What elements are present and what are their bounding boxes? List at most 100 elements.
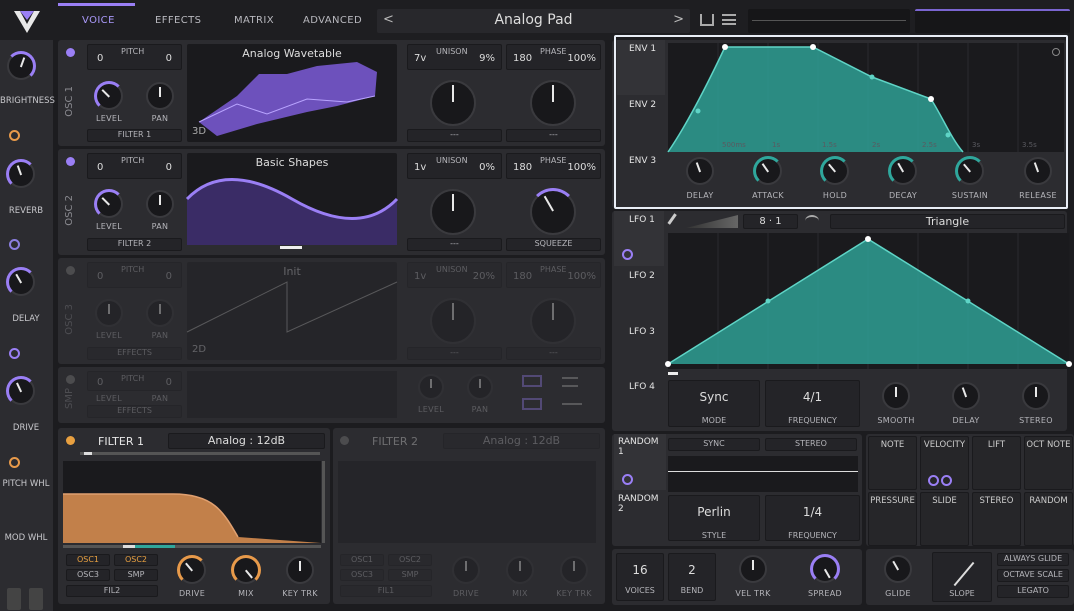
env-tab-2[interactable]: ENV 2: [617, 96, 665, 151]
sample-shuffle-icon[interactable]: [562, 377, 578, 387]
osc2-level-knob[interactable]: [94, 189, 124, 219]
random-1-mod-icon[interactable]: [622, 474, 633, 485]
sample-pitch-right[interactable]: 0: [166, 377, 172, 388]
osc1-unison-voices[interactable]: 7v: [414, 53, 426, 64]
osc1-route-select[interactable]: FILTER 1: [87, 129, 182, 142]
filter1-enable-toggle[interactable]: [66, 436, 75, 445]
osc2-route-select[interactable]: FILTER 2: [87, 238, 182, 251]
osc3-route-select[interactable]: EFFECTS: [87, 347, 182, 360]
osc2-pitch-left[interactable]: 0: [97, 162, 103, 173]
osc3-pitch-box[interactable]: 0 PITCH 0: [87, 262, 182, 288]
osc1-pitch-box[interactable]: 0 PITCH 0: [87, 44, 182, 70]
macro-brightness-mod-icon[interactable]: [9, 130, 20, 141]
lfo-rate-select[interactable]: 8 · 1: [743, 214, 798, 229]
env-graph[interactable]: 500ms 1s 1.5s 2s 2.5s 3s 3.5s: [667, 43, 1064, 153]
sample-enable-toggle[interactable]: [66, 375, 75, 384]
osc1-wavetable-display[interactable]: Analog Wavetable 3D: [187, 44, 397, 142]
filter2-drive-knob[interactable]: [452, 556, 480, 584]
env-zoom-icon[interactable]: [1052, 48, 1060, 56]
osc3-mode-b[interactable]: ---: [506, 347, 601, 360]
random-tab-2[interactable]: RANDOM 2: [614, 491, 666, 546]
filter2-route-osc1[interactable]: OSC1: [340, 554, 384, 566]
osc1-phase-rand[interactable]: 100%: [567, 53, 596, 64]
random-frequency-box[interactable]: 1/4 FREQUENCY: [765, 495, 860, 541]
filter1-drive-knob[interactable]: [177, 555, 207, 585]
osc1-unison-knob[interactable]: [430, 80, 476, 126]
slope-box[interactable]: SLOPE: [932, 552, 992, 602]
lfo-stereo-knob[interactable]: [1022, 382, 1050, 410]
mod-source-slide[interactable]: SLIDE: [920, 492, 969, 546]
osc2-pitch-box[interactable]: 0 PITCH 0: [87, 153, 182, 179]
random-style-box[interactable]: Perlin STYLE: [668, 495, 760, 541]
osc3-phase-rand[interactable]: 100%: [567, 271, 596, 282]
osc1-phase-box[interactable]: 180 PHASE 100%: [506, 44, 601, 70]
tab-voice[interactable]: VOICE: [82, 15, 115, 26]
osc2-unison-box[interactable]: 1v UNISON 0%: [407, 153, 502, 179]
osc2-wavetable-display[interactable]: Basic Shapes 2D: [185, 153, 399, 245]
sample-pitch-box[interactable]: 0 PITCH 0: [87, 371, 182, 391]
osc3-enable-toggle[interactable]: [66, 266, 75, 275]
env-tab-1[interactable]: ENV 1: [617, 40, 665, 95]
filter1-route-smp[interactable]: SMP: [114, 569, 158, 581]
lfo-mode-box[interactable]: Sync MODE: [668, 380, 760, 427]
osc3-pan-knob[interactable]: [146, 299, 174, 327]
menu-icon[interactable]: [722, 14, 736, 25]
osc3-phase-box[interactable]: 180 PHASE 100%: [506, 262, 601, 288]
velocity-mod-icon[interactable]: [928, 475, 939, 486]
osc1-enable-toggle[interactable]: [66, 48, 75, 57]
osc1-phase-knob[interactable]: [530, 80, 576, 126]
osc2-phase-value[interactable]: 180: [513, 162, 532, 173]
tab-advanced[interactable]: ADVANCED: [303, 15, 362, 26]
osc2-scrollbar[interactable]: [280, 246, 302, 249]
osc1-unison-box[interactable]: 7v UNISON 9%: [407, 44, 502, 70]
tab-matrix[interactable]: MATRIX: [234, 15, 274, 26]
macro-delay-mod-icon[interactable]: [9, 348, 20, 359]
velocity-mod-icon-2[interactable]: [941, 475, 952, 486]
filter2-route-osc3[interactable]: OSC3: [340, 569, 384, 581]
filter1-resonance-slider[interactable]: [322, 461, 325, 543]
env-tab-3[interactable]: ENV 3: [617, 152, 665, 207]
bend-box[interactable]: 2 BEND: [668, 553, 716, 601]
osc1-mode-b[interactable]: ---: [506, 129, 601, 142]
mod-source-velocity[interactable]: VELOCITY: [920, 436, 969, 490]
mod-source-pressure[interactable]: PRESSURE: [868, 492, 917, 546]
osc1-pitch-left[interactable]: 0: [97, 53, 103, 64]
mod-source-lift[interactable]: LIFT: [972, 436, 1021, 490]
mod-wheel-label[interactable]: MOD WHL: [0, 533, 52, 543]
env-attack-knob[interactable]: [753, 156, 783, 186]
lfo-tab-4[interactable]: LFO 4: [614, 378, 664, 433]
lfo-graph[interactable]: [665, 233, 1072, 369]
vel-trk-knob[interactable]: [739, 555, 767, 583]
filter1-cutoff-slider[interactable]: [80, 452, 320, 455]
osc3-level-knob[interactable]: [95, 299, 123, 327]
lfo-frequency-box[interactable]: 4/1 FREQUENCY: [765, 380, 860, 427]
sample-pan-knob[interactable]: [467, 374, 493, 400]
mod-source-oct-note[interactable]: OCT NOTE: [1024, 436, 1073, 490]
lfo-curve-icon[interactable]: [805, 215, 819, 227]
save-icon[interactable]: [700, 14, 714, 26]
filter1-keytrk-knob[interactable]: [286, 556, 314, 584]
random-sync-button[interactable]: SYNC: [668, 438, 760, 451]
env-decay-knob[interactable]: [888, 156, 918, 186]
filter1-route-osc3[interactable]: OSC3: [66, 569, 110, 581]
random-tab-1[interactable]: RANDOM 1: [614, 434, 666, 490]
sample-bounce-icon[interactable]: [522, 398, 542, 410]
env-hold-knob[interactable]: [820, 156, 850, 186]
env-sustain-knob[interactable]: [955, 156, 985, 186]
macro-drive-knob[interactable]: [6, 376, 36, 406]
filter1-route-osc2[interactable]: OSC2: [114, 554, 158, 566]
osc1-phase-value[interactable]: 180: [513, 53, 532, 64]
octave-scale-toggle[interactable]: OCTAVE SCALE: [997, 569, 1069, 582]
osc2-enable-toggle[interactable]: [66, 157, 75, 166]
osc1-pitch-right[interactable]: 0: [166, 53, 172, 64]
osc2-squeeze-knob[interactable]: [529, 188, 577, 235]
filter1-response-display[interactable]: [63, 461, 321, 543]
lfo-smooth-knob[interactable]: [882, 382, 910, 410]
lfo-tab-3[interactable]: LFO 3: [614, 323, 664, 378]
env-delay-knob[interactable]: [686, 157, 714, 185]
osc2-phase-rand[interactable]: 100%: [567, 162, 596, 173]
filter1-mix-knob[interactable]: [231, 555, 261, 585]
glide-knob[interactable]: [884, 555, 912, 583]
osc3-unison-detune[interactable]: 20%: [473, 271, 495, 282]
lfo-delay-knob[interactable]: [952, 382, 980, 410]
